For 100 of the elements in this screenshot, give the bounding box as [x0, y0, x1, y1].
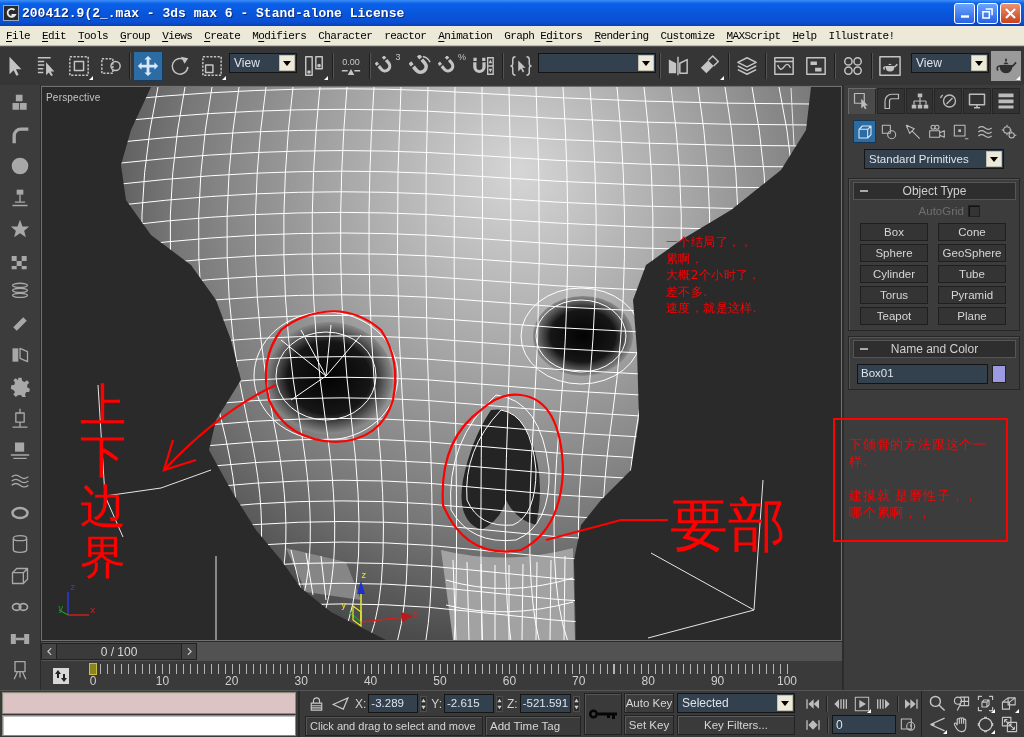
- modify-tab[interactable]: [876, 88, 905, 114]
- annotation-text: 差不多.: [666, 283, 709, 300]
- add-time-tag-button[interactable]: Add Time Tag: [485, 715, 581, 736]
- frame-number: 70: [572, 675, 586, 688]
- auto-key-button[interactable]: Auto Key: [624, 693, 674, 713]
- menu-item[interactable]: Illustrate!: [822, 29, 901, 42]
- utilities-tab[interactable]: [992, 88, 1020, 114]
- close-button[interactable]: [1000, 2, 1021, 24]
- primitive-button[interactable]: Box: [860, 223, 928, 241]
- spinner-icon[interactable]: [496, 694, 504, 713]
- motion-tab[interactable]: [934, 88, 963, 114]
- time-slider-thumb[interactable]: 0 / 100: [41, 643, 197, 660]
- rollout-header[interactable]: Name and Color: [853, 340, 1016, 358]
- quick-render-button[interactable]: [991, 51, 1021, 81]
- listener-output-field[interactable]: [2, 692, 296, 714]
- annotation-text: 建摸就 是磨性子，，: [849, 487, 980, 504]
- star-icon: [10, 219, 30, 239]
- select-and-move-button[interactable]: [133, 51, 163, 81]
- play-icon: [854, 695, 870, 712]
- minimize-button[interactable]: [954, 2, 975, 24]
- annotation-text: 速度，就是这样.: [666, 300, 758, 317]
- damper-icon: [10, 408, 30, 428]
- gears-icon: [1000, 123, 1017, 140]
- primitive-button[interactable]: Sphere: [860, 244, 928, 262]
- up-down-arrows-icon: [53, 667, 69, 684]
- frame-counter: 0 / 100: [99, 644, 139, 659]
- magnifier-grid-icon: [952, 695, 970, 712]
- time-slider-track[interactable]: 0 / 100: [41, 641, 842, 661]
- hierarchy-icon: [910, 92, 929, 110]
- percent-snap-button[interactable]: %: [437, 51, 467, 81]
- snap-toggle-button[interactable]: 3: [373, 51, 403, 81]
- spinner-icon[interactable]: [573, 694, 581, 713]
- menu-item[interactable]: Graph Editors: [498, 29, 589, 42]
- object-name-field[interactable]: Box01: [857, 364, 988, 384]
- four-circles-icon: [842, 55, 864, 77]
- previous-frame-button[interactable]: [41, 643, 57, 660]
- menu-item[interactable]: Rendering: [588, 29, 655, 42]
- menu-item[interactable]: Views: [156, 29, 199, 42]
- restore-button[interactable]: [977, 2, 998, 24]
- key-mode-dropdown[interactable]: Selected: [677, 693, 795, 713]
- primitive-button[interactable]: Plane: [938, 307, 1006, 325]
- frame-number: 0: [89, 675, 97, 688]
- menu-item[interactable]: File: [0, 29, 37, 42]
- coordinate-system-dropdown[interactable]: View: [229, 53, 297, 73]
- render-viewport-dropdown[interactable]: View: [911, 53, 989, 73]
- primitive-button[interactable]: Pyramid: [938, 286, 1006, 304]
- coordinate-field[interactable]: -2.615: [444, 694, 495, 713]
- object-category-dropdown[interactable]: Standard Primitives: [864, 149, 1004, 169]
- spinner-icon[interactable]: [420, 694, 428, 713]
- key-filters-button[interactable]: Key Filters...: [677, 715, 795, 735]
- primitive-button[interactable]: Tube: [938, 265, 1006, 283]
- named-selection-dropdown[interactable]: [538, 53, 656, 73]
- primitive-button[interactable]: Cone: [938, 223, 1006, 241]
- dashed-rect-circle-icon: [100, 55, 122, 77]
- geometry-button[interactable]: [853, 120, 876, 143]
- handwritten-annotation: 上下边界: [80, 380, 126, 583]
- menu-item[interactable]: Customize: [654, 29, 721, 42]
- menu-item[interactable]: Animation: [432, 29, 499, 42]
- frame-number: 10: [155, 675, 170, 688]
- sphere-icon: [10, 156, 30, 176]
- display-tab[interactable]: [963, 88, 992, 114]
- menu-item[interactable]: Group: [114, 29, 157, 42]
- menu-item[interactable]: Edit: [36, 29, 73, 42]
- menu-item[interactable]: Character: [312, 29, 379, 42]
- coordinate-label: Z:: [507, 696, 518, 711]
- menu-item[interactable]: MAXScript: [720, 29, 787, 42]
- monitor-icon: [968, 92, 987, 110]
- object-color-swatch[interactable]: [992, 365, 1006, 383]
- app-logo-icon: [3, 5, 19, 21]
- current-frame-field[interactable]: 0: [832, 715, 896, 734]
- primitive-button[interactable]: Teapot: [860, 307, 928, 325]
- listener-input-field[interactable]: [2, 714, 296, 736]
- menu-item[interactable]: Create: [198, 29, 247, 42]
- frame-number: 30: [294, 675, 308, 688]
- manipulate-button[interactable]: 0.00: [336, 51, 366, 81]
- coordinate-field[interactable]: -3.289: [368, 694, 419, 713]
- hierarchy-tab[interactable]: [905, 88, 934, 114]
- current-frame-marker[interactable]: [89, 663, 97, 675]
- primitive-button[interactable]: Cylinder: [860, 265, 928, 283]
- axis-label: x: [90, 605, 96, 615]
- viewport-label[interactable]: Perspective: [46, 92, 101, 103]
- menu-item[interactable]: Modifiers: [246, 29, 313, 42]
- rollout-header[interactable]: Object Type: [853, 182, 1016, 200]
- cursor-box-icon: [852, 92, 871, 110]
- axis-label: z: [70, 582, 76, 592]
- primitive-button[interactable]: Torus: [860, 286, 928, 304]
- framed-teapot-icon: [879, 55, 901, 77]
- coordinate-field[interactable]: -521.591: [519, 694, 572, 713]
- menu-item[interactable]: Help: [786, 29, 823, 42]
- set-key-button[interactable]: Set Key: [624, 715, 674, 735]
- menu-item[interactable]: reactor: [378, 29, 433, 42]
- window-title: 200412.9(2_.max - 3ds max 6 - Stand-alone License: [22, 5, 405, 21]
- menu-item[interactable]: Tools: [72, 29, 115, 42]
- curve-editor-toggle-button[interactable]: [53, 667, 69, 684]
- cylinder-icon: [10, 534, 30, 554]
- magnet-arc-icon: [409, 55, 431, 77]
- create-tab[interactable]: [848, 88, 876, 114]
- primitive-button[interactable]: GeoSphere: [938, 244, 1006, 262]
- axis-label: z: [361, 570, 367, 580]
- next-frame-button[interactable]: [181, 643, 197, 660]
